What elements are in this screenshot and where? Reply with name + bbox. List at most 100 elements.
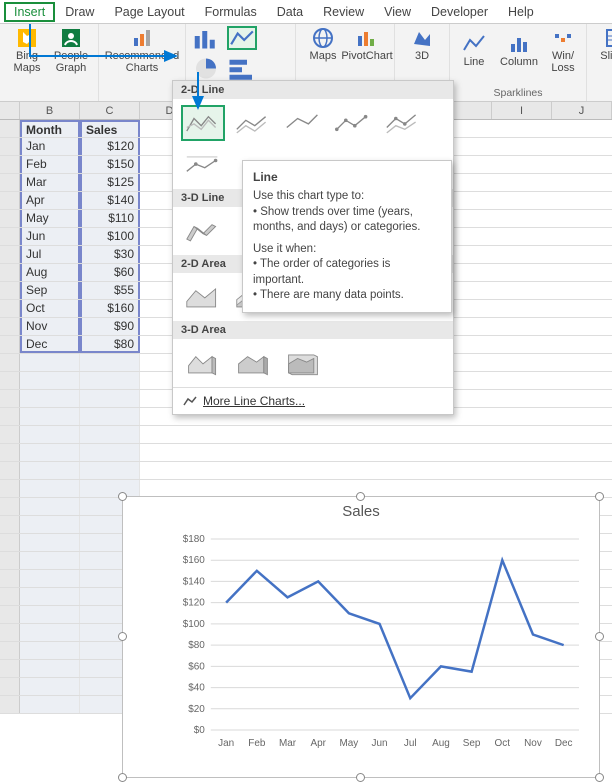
col-header-i[interactable]: I	[492, 102, 552, 119]
cell[interactable]: Oct	[20, 300, 80, 317]
cell[interactable]: $100	[80, 228, 140, 245]
cell[interactable]: $125	[80, 174, 140, 191]
cell[interactable]	[20, 588, 80, 605]
tab-page-layout[interactable]: Page Layout	[104, 2, 194, 22]
cell[interactable]	[20, 498, 80, 515]
cell[interactable]: Nov	[20, 318, 80, 335]
tab-view[interactable]: View	[374, 2, 421, 22]
cell[interactable]: $90	[80, 318, 140, 335]
cell[interactable]	[20, 372, 80, 389]
cell[interactable]	[20, 408, 80, 425]
chart-option-stacked-line-markers[interactable]	[381, 105, 425, 141]
cell[interactable]	[20, 444, 80, 461]
cell[interactable]: $80	[80, 336, 140, 353]
resize-handle[interactable]	[118, 632, 127, 641]
cell[interactable]: Dec	[20, 336, 80, 353]
cell[interactable]: Jun	[20, 228, 80, 245]
bing-maps-button[interactable]: Bing Maps	[6, 26, 48, 74]
cell[interactable]	[20, 552, 80, 569]
cell[interactable]	[20, 570, 80, 587]
cell[interactable]: Sep	[20, 282, 80, 299]
tab-help[interactable]: Help	[498, 2, 544, 22]
cell[interactable]	[20, 534, 80, 551]
tab-data[interactable]: Data	[267, 2, 313, 22]
tab-review[interactable]: Review	[313, 2, 374, 22]
resize-handle[interactable]	[356, 773, 365, 782]
cell[interactable]	[20, 660, 80, 677]
col-header-b[interactable]: B	[20, 102, 80, 119]
cell[interactable]	[20, 696, 80, 713]
people-graph-button[interactable]: People Graph	[50, 26, 92, 74]
resize-handle[interactable]	[118, 492, 127, 501]
chart-type-line-button[interactable]	[227, 26, 257, 50]
cell[interactable]: $30	[80, 246, 140, 263]
cell[interactable]	[80, 390, 140, 407]
chart-type-column-button[interactable]	[191, 26, 221, 50]
chart-option-line[interactable]	[181, 105, 225, 141]
cell[interactable]	[80, 426, 140, 443]
cell[interactable]: Apr	[20, 192, 80, 209]
cell[interactable]: Aug	[20, 264, 80, 281]
cell[interactable]: $160	[80, 300, 140, 317]
chart-option-3d-100-area[interactable]	[281, 345, 325, 381]
cell[interactable]	[20, 624, 80, 641]
pivotchart-button[interactable]: PivotChart	[346, 26, 388, 62]
resize-handle[interactable]	[356, 492, 365, 501]
embedded-chart[interactable]: Sales $0$20$40$60$80$100$120$140$160$180…	[122, 496, 600, 778]
cell[interactable]	[20, 426, 80, 443]
sparkline-line-button[interactable]: Line	[456, 26, 492, 74]
cell[interactable]: $60	[80, 264, 140, 281]
sparkline-winloss-button[interactable]: Win/ Loss	[546, 26, 580, 74]
cell[interactable]	[20, 678, 80, 695]
chart-option-area[interactable]	[181, 279, 225, 315]
chart-option-stacked-line[interactable]	[231, 105, 275, 141]
resize-handle[interactable]	[595, 632, 604, 641]
chart-type-pie-button[interactable]	[191, 56, 221, 80]
tab-developer[interactable]: Developer	[421, 2, 498, 22]
cell[interactable]	[20, 516, 80, 533]
chart-option-100-stacked-line[interactable]	[281, 105, 325, 141]
resize-handle[interactable]	[595, 492, 604, 501]
chart-plot-area[interactable]: $0$20$40$60$80$100$120$140$160$180JanFeb…	[171, 533, 585, 750]
cell[interactable]: $120	[80, 138, 140, 155]
cell[interactable]: Jan	[20, 138, 80, 155]
tab-insert[interactable]: Insert	[4, 2, 55, 22]
3d-map-button[interactable]: 3D	[401, 26, 443, 62]
cell[interactable]	[20, 354, 80, 371]
chart-type-bar-button[interactable]	[227, 56, 257, 80]
cell[interactable]	[20, 462, 80, 479]
cell[interactable]: Feb	[20, 156, 80, 173]
cell[interactable]	[20, 642, 80, 659]
sparkline-column-button[interactable]: Column	[498, 26, 540, 74]
cell[interactable]: $140	[80, 192, 140, 209]
recommended-charts-button[interactable]: Recommended Charts	[105, 26, 179, 74]
chart-option-3d-area[interactable]	[181, 345, 225, 381]
cell[interactable]	[80, 408, 140, 425]
more-line-charts-link[interactable]: More Line Charts...	[173, 387, 453, 414]
chart-option-3d-stacked-area[interactable]	[231, 345, 275, 381]
cell[interactable]	[20, 390, 80, 407]
tab-formulas[interactable]: Formulas	[195, 2, 267, 22]
cell[interactable]	[80, 354, 140, 371]
col-header-c[interactable]: C	[80, 102, 140, 119]
cell[interactable]: Sales	[80, 120, 140, 137]
cell[interactable]: $150	[80, 156, 140, 173]
chart-option-line-markers[interactable]	[331, 105, 375, 141]
col-header-j[interactable]: J	[552, 102, 612, 119]
cell[interactable]: May	[20, 210, 80, 227]
cell[interactable]	[20, 606, 80, 623]
cell[interactable]	[80, 444, 140, 461]
cell[interactable]	[80, 462, 140, 479]
cell[interactable]	[20, 480, 80, 497]
cell[interactable]: Jul	[20, 246, 80, 263]
cell[interactable]	[80, 480, 140, 497]
chart-option-100-line-markers[interactable]	[181, 147, 225, 183]
slicer-button[interactable]: Slicer	[593, 26, 612, 62]
cell[interactable]: Mar	[20, 174, 80, 191]
cell[interactable]: $55	[80, 282, 140, 299]
cell[interactable]: $110	[80, 210, 140, 227]
cell[interactable]	[80, 372, 140, 389]
resize-handle[interactable]	[595, 773, 604, 782]
tab-draw[interactable]: Draw	[55, 2, 104, 22]
chart-option-3d-line[interactable]	[181, 213, 225, 249]
